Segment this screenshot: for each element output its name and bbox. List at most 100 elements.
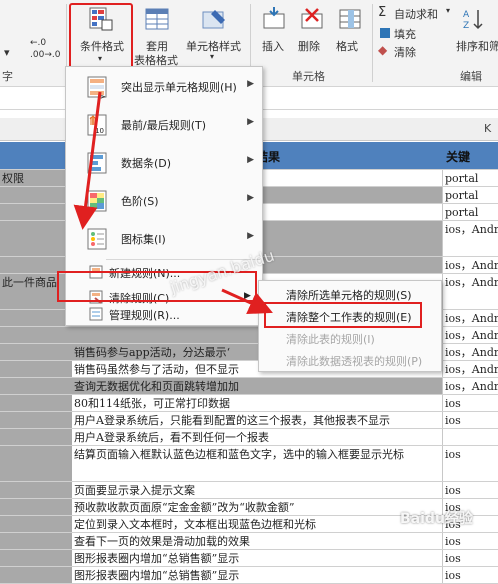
eraser-icon: ◆ — [378, 43, 388, 57]
cell-key[interactable] — [442, 429, 498, 445]
cell-a[interactable] — [0, 327, 72, 343]
cell-a[interactable] — [0, 344, 72, 360]
menu-item-label: 数据条(D) — [121, 157, 172, 170]
cell-result[interactable]: 用户A登录系统后，看不到任何一个报表 — [72, 429, 442, 445]
font-size-control[interactable]: ▾ — [4, 46, 10, 59]
number-group-label: 字 — [2, 70, 13, 83]
manage-rules-icon — [89, 307, 103, 321]
cell-key[interactable]: ios — [442, 567, 498, 583]
cell-a[interactable] — [0, 361, 72, 377]
cell-key[interactable]: ios，Andr — [442, 274, 498, 309]
cell-result[interactable]: 预收款收款页面原“定金金额”改为“收款金额” — [72, 499, 442, 515]
cell-key[interactable]: ios，Andr — [442, 257, 498, 273]
menu-item-top-bottom[interactable]: 10 最前/最后规则(T) ▶ — [66, 107, 262, 143]
fill-button[interactable]: 填充 — [378, 24, 444, 42]
cell-a[interactable] — [0, 446, 72, 481]
clear-sheet-highlight — [264, 302, 422, 328]
submenu-arrow-icon: ▶ — [247, 79, 254, 89]
cell-a[interactable] — [0, 429, 72, 445]
column-header-k[interactable]: K — [484, 122, 491, 135]
top-bottom-icon: 10 — [87, 114, 107, 136]
cell-key[interactable]: portal — [442, 204, 498, 220]
cell-key[interactable]: ios — [442, 533, 498, 549]
submenu-item-label: 清除此表的规则(I) — [286, 333, 375, 346]
key-header[interactable]: 关键 — [446, 148, 470, 165]
submenu-arrow-icon: ▶ — [247, 231, 254, 241]
submenu-arrow-icon: ▶ — [247, 155, 254, 165]
increase-decimal-button[interactable]: ←.0 — [30, 38, 46, 48]
cell-a[interactable] — [0, 533, 72, 549]
autosum-button[interactable]: Σ 自动求和 — [378, 4, 444, 22]
submenu-arrow-icon: ▶ — [247, 193, 254, 203]
insert-button[interactable]: 插入 — [256, 4, 292, 66]
cell-a[interactable] — [0, 567, 72, 583]
table-row: 用户A登录系统后，只能看到配置的这三个报表，其他报表不显示 ios — [0, 412, 498, 429]
table-row: 查询无数据优化和页面跳转增加加 ios，Andr — [0, 378, 498, 395]
clear-button[interactable]: ◆ 清除 — [378, 42, 444, 60]
cell-a[interactable]: 权限 — [0, 170, 72, 186]
cell-result[interactable]: 定位到录入文本框时，文本框出现蓝色边框和光标 — [72, 516, 442, 532]
cell-result[interactable]: 80和114纸张，可正常打印数据 — [72, 395, 442, 411]
sort-filter-button[interactable]: A Z 排序和筛 — [454, 4, 498, 66]
cell-a[interactable] — [0, 516, 72, 532]
table-row: 查看下一页的效果是滑动加载的效果 ios — [0, 533, 498, 550]
menu-item-label: 图标集(I) — [121, 233, 166, 246]
cell-result[interactable]: 结算页面输入框默认蓝色边框和蓝色文字，选中的输入框要显示光标 — [72, 446, 442, 481]
cell-result[interactable]: 页面要显示录入提示文案 — [72, 482, 442, 498]
cell-a[interactable] — [0, 378, 72, 394]
divider — [372, 4, 373, 82]
cell-a[interactable] — [0, 204, 72, 220]
icon-sets-icon — [87, 228, 107, 250]
cell-result[interactable]: 图形报表圈内增加“总销售额”显示 — [72, 550, 442, 566]
cell-key[interactable]: ios，Andr — [442, 378, 498, 394]
cell-a[interactable] — [0, 310, 72, 326]
svg-text:A: A — [463, 10, 470, 20]
cell-a[interactable] — [0, 395, 72, 411]
watermark-site: Baidu经验 — [400, 511, 473, 527]
cell-a[interactable] — [0, 550, 72, 566]
cell-a[interactable] — [0, 412, 72, 428]
cell-result[interactable]: 用户A登录系统后，只能看到配置的这三个报表，其他报表不显示 — [72, 412, 442, 428]
menu-item-label: 色阶(S) — [121, 195, 159, 208]
cell-key[interactable]: ios — [442, 446, 498, 481]
cell-result[interactable]: 查看下一页的效果是滑动加载的效果 — [72, 533, 442, 549]
chevron-down-icon[interactable]: ▾ — [446, 6, 450, 15]
submenu-item-clear-pivot: 清除此数据透视表的规则(P) — [259, 349, 441, 371]
cell-key[interactable]: ios，Andr — [442, 221, 498, 256]
sort-filter-label: 排序和筛 — [456, 40, 498, 53]
cell-key[interactable]: portal — [442, 187, 498, 203]
cell-key[interactable]: ios — [442, 550, 498, 566]
cell-a[interactable] — [0, 499, 72, 515]
cell-a[interactable] — [0, 482, 72, 498]
decrease-decimal-button[interactable]: .00→.0 — [30, 50, 60, 60]
format-button[interactable]: 格式 — [332, 4, 368, 66]
menu-item-highlight-cells[interactable]: > 突出显示单元格规则(H) ▶ — [66, 69, 262, 105]
cell-result[interactable]: 图形报表圈内增加“总销售额”显示 — [72, 567, 442, 583]
cell-key[interactable]: ios — [442, 412, 498, 428]
cell-key[interactable]: ios，Andr — [442, 344, 498, 360]
svg-text:Z: Z — [463, 21, 469, 31]
menu-item-data-bars[interactable]: 数据条(D) ▶ — [66, 145, 262, 181]
table-row: 图形报表圈内增加“总销售额”显示 ios — [0, 567, 498, 584]
svg-text:10: 10 — [95, 127, 104, 135]
cells-group-label: 单元格 — [292, 70, 325, 83]
submenu-item-clear-table: 清除此表的规则(I) — [259, 327, 441, 349]
table-row: 80和114纸张，可正常打印数据 ios — [0, 395, 498, 412]
delete-button[interactable]: 删除 — [294, 4, 330, 66]
fill-down-icon — [380, 28, 390, 38]
menu-item-manage-rules[interactable]: 管理规则(R)... — [66, 303, 262, 325]
autosum-label: 自动求和 — [394, 8, 438, 21]
submenu-item-label: 清除所选单元格的规则(S) — [286, 289, 412, 302]
cell-a[interactable] — [0, 187, 72, 203]
cell-key[interactable]: ios — [442, 395, 498, 411]
cell-key[interactable]: ios，Andr — [442, 361, 498, 377]
cell-key[interactable]: ios，Andr — [442, 310, 498, 326]
cell-a[interactable] — [0, 221, 72, 256]
menu-item-color-scales[interactable]: 色阶(S) ▶ — [66, 183, 262, 219]
menu-item-icon-sets[interactable]: 图标集(I) ▶ — [66, 221, 262, 257]
submenu-arrow-icon: ▶ — [247, 117, 254, 127]
cell-key[interactable]: portal — [442, 170, 498, 186]
cell-key[interactable]: ios，Andr — [442, 327, 498, 343]
cell-result[interactable]: 查询无数据优化和页面跳转增加加 — [72, 378, 442, 394]
cell-key[interactable]: ios — [442, 482, 498, 498]
